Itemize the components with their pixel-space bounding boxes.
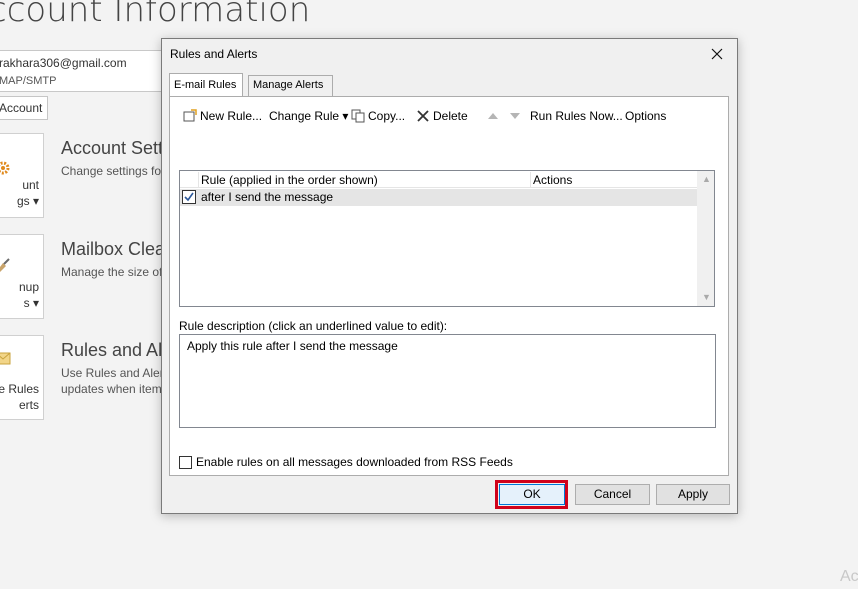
apply-button[interactable]: Apply [656, 484, 730, 505]
list-header: Rule (applied in the order shown) Action… [180, 171, 698, 188]
scroll-up-icon[interactable]: ▲ [698, 171, 715, 188]
add-account-button[interactable]: Account [0, 96, 48, 120]
new-rule-icon [183, 109, 197, 122]
rule-description-label: Rule description (click an underlined va… [179, 319, 448, 333]
account-email: rakhara306@gmail.com [0, 56, 127, 70]
new-rule-button[interactable]: New Rule... [183, 105, 262, 127]
rss-label: Enable rules on all messages downloaded … [196, 455, 513, 469]
ok-button[interactable]: OK [499, 484, 565, 505]
run-rules-now-label: Run Rules Now... [530, 109, 623, 123]
tile-label: gs ▾ [16, 194, 39, 208]
section-desc: updates when item [61, 382, 162, 396]
section-title: Rules and Al [61, 340, 163, 360]
column-divider [530, 172, 531, 187]
gear-icon [0, 161, 10, 175]
manage-rules-tile[interactable]: e Rules erts [0, 335, 44, 420]
section-title: Account Sett [61, 138, 164, 158]
dialog-title: Rules and Alerts [170, 47, 258, 61]
rule-enabled-checkbox[interactable] [182, 190, 196, 204]
account-type: MAP/SMTP [0, 75, 57, 87]
rss-checkbox[interactable] [179, 455, 192, 469]
rule-name: after I send the message [201, 190, 334, 204]
account-settings-tile[interactable]: unt gs ▾ [0, 133, 44, 218]
copy-icon [351, 109, 365, 123]
options-label: Options [625, 109, 667, 123]
rules-envelope-icon [0, 352, 11, 365]
tab-email-rules[interactable]: E-mail Rules [169, 73, 243, 96]
rules-and-alerts-dialog: Rules and Alerts E-mail Rules Manage Ale… [161, 38, 738, 514]
delete-rule-button[interactable]: Delete [416, 105, 468, 127]
watermark: Ac [840, 568, 858, 585]
section-title: Mailbox Clea [61, 239, 166, 259]
column-divider [198, 172, 199, 187]
run-rules-now-button[interactable]: Run Rules Now... [530, 105, 623, 127]
move-up-button[interactable] [486, 105, 500, 127]
section-desc: Change settings fo [61, 164, 162, 178]
tile-label: s ▾ [23, 296, 39, 310]
section-desc: Manage the size of [61, 265, 163, 279]
tile-label: erts [18, 398, 39, 412]
cleanup-tools-tile[interactable]: nup s ▾ [0, 234, 44, 319]
new-rule-label: New Rule... [200, 109, 263, 123]
account-selector[interactable]: rakhara306@gmail.com MAP/SMTP [0, 50, 166, 92]
column-actions[interactable]: Actions [533, 173, 572, 187]
copy-label: Copy... [368, 109, 406, 123]
arrow-up-icon [488, 113, 498, 119]
broom-icon [0, 258, 10, 272]
rss-rules-option[interactable]: Enable rules on all messages downloaded … [179, 455, 513, 469]
move-down-button[interactable] [508, 105, 522, 127]
delete-label: Delete [433, 109, 468, 123]
tile-label: nup [18, 280, 39, 294]
options-button[interactable]: Options [625, 105, 666, 127]
column-rule[interactable]: Rule (applied in the order shown) [201, 173, 378, 187]
rule-description-box[interactable]: Apply this rule after I send the message [179, 334, 716, 428]
close-icon[interactable] [705, 43, 729, 65]
tab-manage-alerts[interactable]: Manage Alerts [248, 75, 333, 96]
rule-description-text: Apply this rule after I send the message [187, 339, 398, 353]
change-rule-button[interactable]: Change Rule ▾ [269, 105, 348, 127]
delete-icon [417, 110, 429, 122]
change-rule-label: Change Rule ▾ [269, 109, 349, 123]
tile-label: e Rules [0, 382, 39, 396]
page-title: ccount Information [0, 0, 311, 30]
rules-list[interactable]: Rule (applied in the order shown) Action… [179, 170, 715, 307]
email-rules-panel: New Rule... Change Rule ▾ Copy... Delete… [169, 96, 729, 476]
scroll-down-icon[interactable]: ▼ [698, 289, 715, 306]
arrow-down-icon [510, 113, 520, 119]
cancel-button[interactable]: Cancel [575, 484, 650, 505]
table-row[interactable]: after I send the message [180, 189, 698, 206]
list-scrollbar[interactable]: ▲ ▼ [697, 171, 714, 306]
tile-label: unt [22, 178, 39, 192]
checkmark-icon [184, 192, 194, 202]
copy-rule-button[interactable]: Copy... [351, 105, 405, 127]
rules-toolbar: New Rule... Change Rule ▾ Copy... Delete… [170, 105, 728, 127]
section-desc: Use Rules and Alert [61, 366, 168, 380]
